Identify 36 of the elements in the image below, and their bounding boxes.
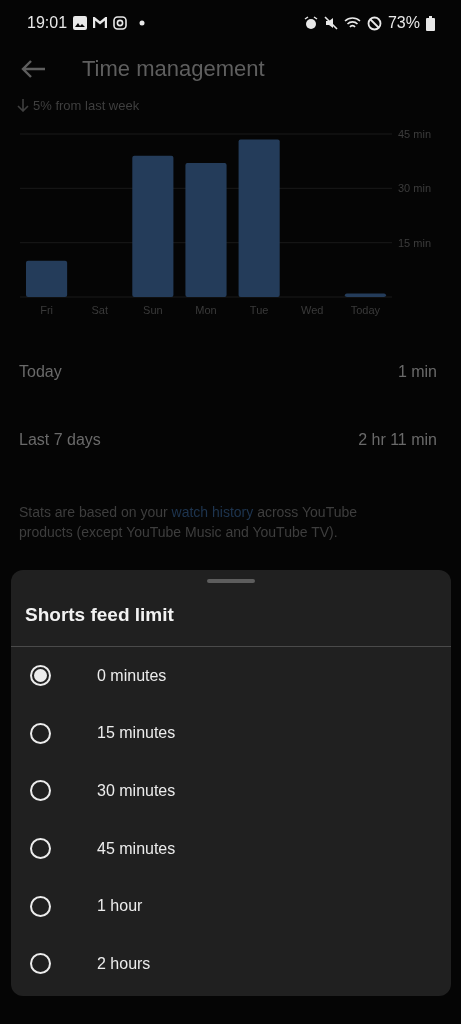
camera-icon bbox=[113, 16, 128, 30]
page-title: Time management bbox=[82, 56, 265, 82]
sheet-title: Shorts feed limit bbox=[24, 602, 175, 627]
alarm-icon bbox=[303, 16, 318, 30]
clock: 19:01 bbox=[27, 14, 68, 32]
drag-handle[interactable] bbox=[207, 579, 255, 583]
radio-button[interactable] bbox=[30, 665, 51, 687]
option-label[interactable]: 0 minutes bbox=[97, 666, 167, 685]
stat-value: 1 min bbox=[397, 363, 437, 381]
stat-value: 2 hr 11 min bbox=[358, 431, 437, 449]
mute-icon bbox=[323, 16, 338, 30]
stat-label: Today bbox=[19, 363, 62, 381]
wifi-icon bbox=[343, 16, 361, 30]
stats-note: Stats are based on your watch history across YouTube products (except YouTube Music and YouTube TV). bbox=[19, 503, 359, 542]
dot-icon bbox=[139, 20, 146, 26]
radio-button[interactable] bbox=[30, 780, 51, 802]
option-label[interactable]: 2 hours bbox=[97, 954, 151, 973]
option-label[interactable]: 45 minutes bbox=[97, 839, 176, 858]
option-label[interactable]: 30 minutes bbox=[97, 782, 176, 800]
option-label[interactable]: 1 hour bbox=[97, 897, 143, 916]
radio-button[interactable] bbox=[30, 895, 51, 917]
arrow-down-icon bbox=[17, 98, 29, 112]
chart-bar bbox=[26, 260, 68, 297]
battery-percent: 73% bbox=[387, 14, 420, 32]
back-icon[interactable] bbox=[20, 59, 46, 79]
stat-label: Last 7 days bbox=[19, 431, 101, 449]
gallery-icon bbox=[73, 16, 88, 30]
mail-icon bbox=[93, 17, 108, 29]
radio-button[interactable] bbox=[30, 953, 51, 975]
battery-icon bbox=[426, 15, 435, 31]
radio-button[interactable] bbox=[30, 838, 51, 860]
change-text: 5% from last week bbox=[33, 97, 140, 113]
radio-button[interactable] bbox=[30, 722, 51, 744]
chart-bar bbox=[344, 293, 386, 297]
option-label[interactable]: 15 minutes bbox=[97, 724, 176, 743]
blocked-icon bbox=[366, 15, 382, 31]
